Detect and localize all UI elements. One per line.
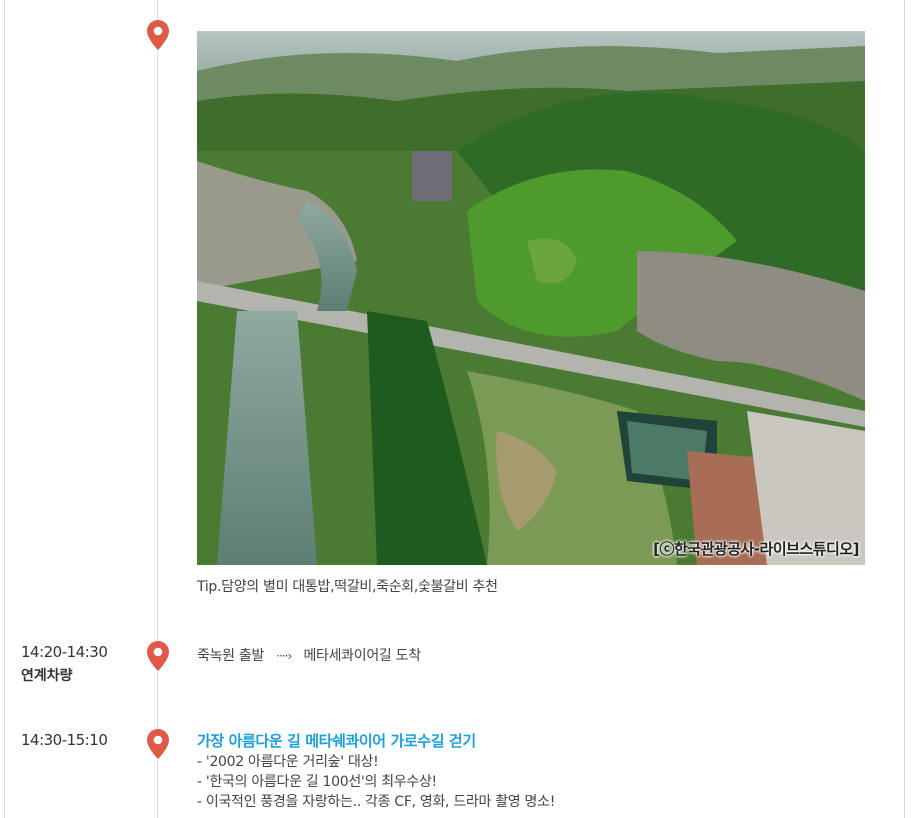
schedule-time-2: 14:30-15:10 bbox=[21, 731, 108, 749]
schedule-subtitle-1: 연계차량 bbox=[21, 668, 73, 684]
route-to: 메타세콰이어길 도착 bbox=[303, 648, 421, 664]
route-description: 죽녹원 출발 ····› 메타세콰이어길 도착 bbox=[197, 645, 421, 665]
photo-credit: [ⓒ한국관광공사-라이브스튜디오] bbox=[653, 540, 859, 558]
bullet-item: - 이국적인 풍경을 자랑하는.. 각종 CF, 영화, 드라마 촬영 명소! bbox=[197, 794, 556, 810]
schedule-time-1: 14:20-14:30 bbox=[21, 643, 108, 661]
location-pin-icon bbox=[147, 729, 169, 759]
dotted-arrow-icon: ····› bbox=[276, 649, 292, 663]
bullet-item: - '한국의 아름다운 길 100선'의 최우수상! bbox=[197, 774, 437, 790]
timeline-line bbox=[157, 0, 158, 818]
photo-caption-tip: Tip.담양의 별미 대통밥,떡갈비,죽순회,숯불갈비 추천 bbox=[197, 579, 498, 595]
activity-bullets: - '2002 아름다운 거리숲' 대상! - '한국의 아름다운 길 100선… bbox=[197, 752, 555, 812]
frame-left-border bbox=[4, 0, 5, 818]
activity-title: 가장 아름다운 길 메타쉐콰이어 가로수길 걷기 bbox=[197, 732, 476, 750]
bullet-item: - '2002 아름다운 거리숲' 대상! bbox=[197, 754, 379, 770]
location-pin-icon bbox=[147, 641, 169, 671]
frame-right-border bbox=[904, 0, 905, 818]
damyang-aerial-photo: [ⓒ한국관광공사-라이브스튜디오] bbox=[197, 31, 865, 565]
route-from: 죽녹원 출발 bbox=[197, 648, 265, 664]
location-pin-icon bbox=[147, 20, 169, 50]
